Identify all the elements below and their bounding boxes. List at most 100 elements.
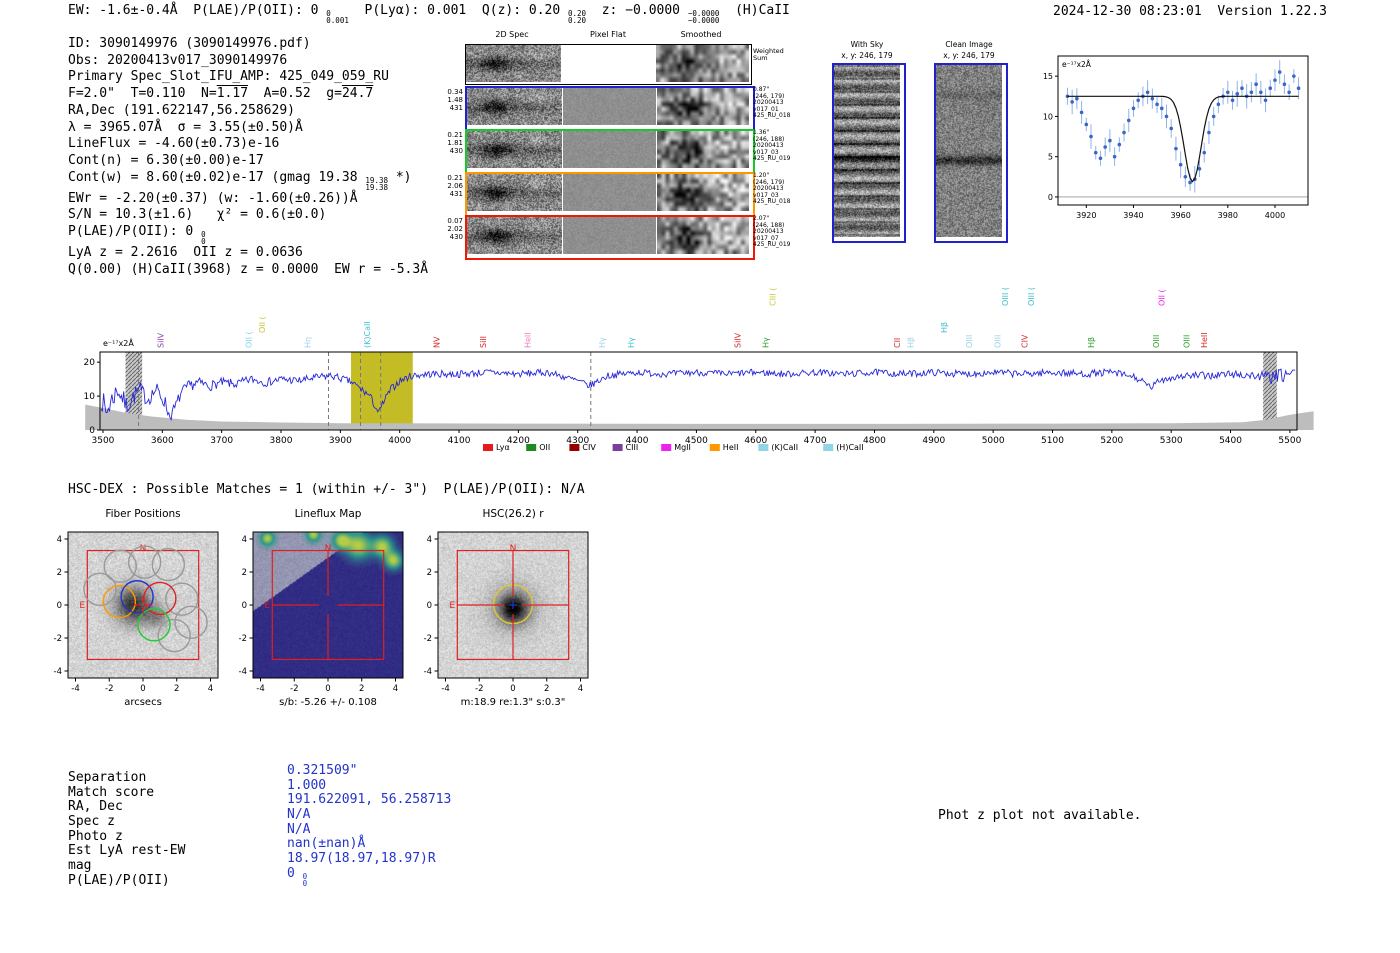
spec2d-image [657,131,749,168]
svg-text:4: 4 [393,684,398,694]
match-table-row: RA, Dec191.622091, 56.258713 [68,799,185,814]
match-table-label: Separation [68,770,146,785]
svg-text:3800: 3800 [270,436,293,446]
spec2d-row-weights: 0.341.48431 [441,88,463,112]
svg-text:-4: -4 [256,684,264,694]
svg-text:OIII: OIII [965,335,974,348]
svg-text:20: 20 [84,358,96,368]
match-table-row: Spec zN/A [68,814,185,829]
svg-text:4: 4 [57,535,62,545]
svg-text:3920: 3920 [1076,211,1096,220]
match-table-row: P(LAE)/P(OII)0 00 [68,873,185,888]
match-table-value: nan(±nan)Å [287,836,365,851]
svg-text:OIII: OIII [1152,335,1161,348]
svg-text:-2: -2 [239,634,247,644]
svg-text:-4: -4 [239,667,247,677]
photz-note: Phot z plot not available. [938,808,1142,823]
info-line: Obs: 20200413v017_3090149976 [68,53,428,70]
match-table-row: Photo zN/A [68,829,185,844]
svg-text:0: 0 [140,684,145,694]
svg-text:OII: OII [539,443,550,452]
svg-text:e⁻¹⁷x2Å: e⁻¹⁷x2Å [103,337,134,348]
spec2d-row [465,215,755,260]
svg-text:Hβ: Hβ [907,337,916,348]
spec2d-row [465,86,755,131]
svg-text:-4: -4 [54,667,62,677]
svg-text:CIV: CIV [582,443,596,452]
cutout-title-hsc-r: HSC(26.2) r [438,508,588,520]
svg-text:5: 5 [1048,153,1053,162]
match-table-label: RA, Dec [68,799,123,814]
svg-text:2: 2 [242,568,247,578]
svg-text:5000: 5000 [982,436,1005,446]
info-line: Cont(w) = 8.60(±0.02)e-17 (gmag 19.38 19… [68,170,428,191]
with-sky-image [834,65,900,237]
spec2d-image [657,217,749,254]
with-sky-image-frame [832,63,906,243]
hsc-dex-match-line: HSC-DEX : Possible Matches = 1 (within +… [68,482,585,497]
svg-text:NV: NV [432,336,441,348]
svg-text:-2: -2 [290,684,298,694]
svg-text:0: 0 [325,684,330,694]
svg-text:4900: 4900 [922,436,945,446]
spec2d-image [467,217,562,254]
spec2d-col-header: Smoothed [681,30,722,39]
match-table-value: N/A [287,807,310,822]
cutout-xlabel-arcsecs: arcsecs [68,697,218,708]
svg-text:e⁻¹⁷x2Å: e⁻¹⁷x2Å [1062,60,1092,69]
clean-image-title: Clean Image [909,40,1029,49]
match-table-row: Separation0.321509" [68,770,185,785]
svg-text:-4: -4 [71,684,79,694]
svg-text:E: E [79,601,85,611]
svg-text:5400: 5400 [1219,436,1242,446]
svg-text:4: 4 [427,535,432,545]
svg-text:OII (: OII ( [244,331,253,348]
svg-text:0: 0 [89,426,95,436]
svg-text:(H)CaII: (H)CaII [836,443,863,452]
spec2d-row-weights: 0.211.81430 [441,131,463,155]
svg-text:3960: 3960 [1170,211,1190,220]
svg-text:0: 0 [427,601,432,611]
svg-text:E: E [264,601,270,611]
spec2d-row-weights: 0.072.02430 [441,217,463,241]
svg-text:-2: -2 [105,684,113,694]
detection-info-block: ID: 3090149976 (3090149976.pdf)Obs: 2020… [68,36,428,278]
svg-text:4: 4 [242,535,247,545]
match-table-row: Est LyA rest-EWnan(±nan)Å [68,843,185,858]
svg-text:3900: 3900 [329,436,352,446]
svg-text:2: 2 [57,568,62,578]
spec2d-row-annotation: 0.87"(246, 179)20200413v017_01425_RU_018 [753,87,813,120]
svg-text:3600: 3600 [151,436,174,446]
svg-text:5300: 5300 [1160,436,1183,446]
spec2d-row [465,129,755,174]
info-line: Cont(n) = 6.30(±0.00)e-17 [68,153,428,170]
svg-text:10: 10 [1043,112,1053,121]
svg-text:Lyα: Lyα [496,443,510,452]
spectrum-plot: 3500360037003800390040004100420043004400… [0,258,1340,473]
svg-text:Hγ: Hγ [627,337,636,348]
svg-text:SiIV: SiIV [733,332,742,348]
svg-text:3980: 3980 [1218,211,1238,220]
hsc-r-axes: -4-4-2-2002244NE [412,526,608,704]
spec2d-image [467,174,562,211]
svg-text:4100: 4100 [448,436,471,446]
svg-text:OIII: OIII [1183,335,1192,348]
svg-text:MgII: MgII [674,443,691,452]
timestamp-version: 2024-12-30 08:23:01 Version 1.22.3 [1053,4,1327,19]
svg-text:-4: -4 [441,684,449,694]
spec2d-col-header: Pixel Flat [590,30,626,39]
svg-text:0: 0 [57,601,62,611]
svg-text:Hγ: Hγ [761,337,770,348]
spec2d-image [467,88,562,125]
match-table-row: mag18.97(18.97,18.97)R [68,858,185,873]
elixer-report-page: EW: -1.6±-0.4Å P(LAE)/P(OII): 0 00.001 P… [0,0,1400,953]
svg-text:0: 0 [242,601,247,611]
svg-text:5200: 5200 [1100,436,1123,446]
spec2d-image [563,217,656,254]
summary-header: EW: -1.6±-0.4Å P(LAE)/P(OII): 0 00.001 P… [68,3,790,24]
svg-text:OII (: OII ( [258,316,267,333]
svg-text:4: 4 [208,684,213,694]
svg-text:(K)CaII: (K)CaII [363,321,372,348]
svg-text:SiII: SiII [479,336,488,348]
info-line: S/N = 10.3(±1.6) χ² = 0.6(±0.0) [68,207,428,224]
